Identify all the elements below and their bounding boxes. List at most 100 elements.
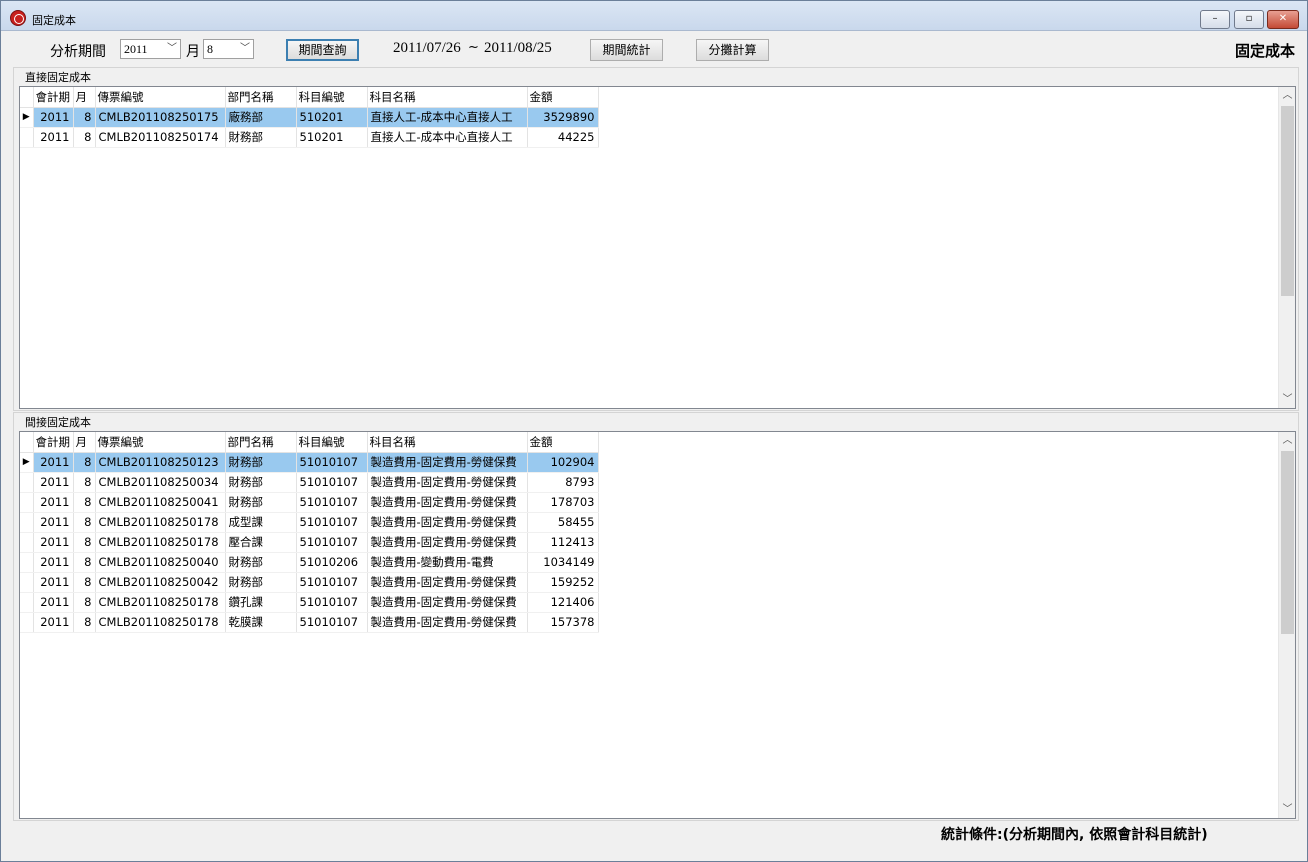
cell-voucher[interactable]: CMLB201108250178 xyxy=(95,612,226,633)
cell-account-code[interactable]: 51010107 xyxy=(296,512,368,533)
cell-month[interactable]: 8 xyxy=(73,612,96,633)
year-select[interactable]: 2011 ﹀ xyxy=(120,39,181,59)
col-header[interactable]: 月 xyxy=(73,432,96,453)
allocate-button[interactable]: 分攤計算 xyxy=(696,39,769,61)
cell-amount[interactable]: 121406 xyxy=(527,592,599,613)
cell-month[interactable]: 8 xyxy=(73,492,96,513)
cell-month[interactable]: 8 xyxy=(73,552,96,573)
cell-year[interactable]: 2011 xyxy=(33,492,74,513)
cell-account-name[interactable]: 直接人工-成本中心直接人工 xyxy=(367,127,528,148)
cell-year[interactable]: 2011 xyxy=(33,532,74,553)
cell-account-name[interactable]: 製造費用-固定費用-勞健保費 xyxy=(367,512,528,533)
cell-month[interactable]: 8 xyxy=(73,532,96,553)
scroll-up-icon[interactable]: ︿ xyxy=(1279,87,1295,104)
cell-department[interactable]: 廠務部 xyxy=(225,107,297,128)
cell-amount[interactable]: 102904 xyxy=(527,452,599,473)
cell-amount[interactable]: 58455 xyxy=(527,512,599,533)
cell-amount[interactable]: 44225 xyxy=(527,127,599,148)
maximize-button[interactable]: ▫ xyxy=(1234,10,1264,29)
cell-month[interactable]: 8 xyxy=(73,452,96,473)
table-row[interactable]: 2011 8 CMLB201108250034 財務部 51010107 製造費用-固定費… xyxy=(20,472,599,493)
table-row[interactable]: 2011 8 CMLB201108250178 鑽孔課 51010107 製造費用-固定費… xyxy=(20,592,599,613)
col-header[interactable]: 科目名稱 xyxy=(367,432,528,453)
table-row[interactable]: 2011 8 CMLB201108250042 財務部 51010107 製造費用-固定費… xyxy=(20,572,599,593)
cell-account-code[interactable]: 51010206 xyxy=(296,552,368,573)
cell-account-code[interactable]: 51010107 xyxy=(296,572,368,593)
cell-year[interactable]: 2011 xyxy=(33,107,74,128)
cell-voucher[interactable]: CMLB201108250175 xyxy=(95,107,226,128)
cell-amount[interactable]: 1034149 xyxy=(527,552,599,573)
scroll-thumb[interactable] xyxy=(1281,106,1294,296)
cell-department[interactable]: 財務部 xyxy=(225,472,297,493)
col-header[interactable]: 科目編號 xyxy=(296,432,368,453)
cell-year[interactable]: 2011 xyxy=(33,572,74,593)
cell-account-name[interactable]: 製造費用-固定費用-勞健保費 xyxy=(367,592,528,613)
minimize-button[interactable]: – xyxy=(1200,10,1230,29)
table-row[interactable]: 2011 8 CMLB201108250178 成型課 51010107 製造費用-固定費… xyxy=(20,512,599,533)
cell-amount[interactable]: 178703 xyxy=(527,492,599,513)
indirect-scrollbar[interactable]: ︿ ﹀ xyxy=(1278,432,1295,818)
cell-account-name[interactable]: 製造費用-固定費用-勞健保費 xyxy=(367,612,528,633)
cell-year[interactable]: 2011 xyxy=(33,452,74,473)
cell-year[interactable]: 2011 xyxy=(33,612,74,633)
cell-department[interactable]: 乾膜課 xyxy=(225,612,297,633)
col-header[interactable]: 科目編號 xyxy=(296,87,368,108)
cell-voucher[interactable]: CMLB201108250034 xyxy=(95,472,226,493)
cell-account-code[interactable]: 51010107 xyxy=(296,492,368,513)
table-row[interactable]: 2011 8 CMLB201108250040 財務部 51010206 製造費用-變動費… xyxy=(20,552,599,573)
cell-month[interactable]: 8 xyxy=(73,107,96,128)
cell-account-code[interactable]: 51010107 xyxy=(296,592,368,613)
col-header[interactable]: 科目名稱 xyxy=(367,87,528,108)
cell-month[interactable]: 8 xyxy=(73,472,96,493)
cell-department[interactable]: 財務部 xyxy=(225,552,297,573)
close-button[interactable]: ✕ xyxy=(1267,10,1299,29)
table-row[interactable]: ▶ 2011 8 CMLB201108250175 廠務部 510201 直接人… xyxy=(20,107,599,128)
cell-voucher[interactable]: CMLB201108250174 xyxy=(95,127,226,148)
cell-department[interactable]: 壓合課 xyxy=(225,532,297,553)
cell-account-code[interactable]: 51010107 xyxy=(296,472,368,493)
col-header[interactable]: 會計期 xyxy=(33,87,74,108)
month-select[interactable]: 8 ﹀ xyxy=(203,39,254,59)
cell-account-name[interactable]: 製造費用-變動費用-電費 xyxy=(367,552,528,573)
stats-button[interactable]: 期間統計 xyxy=(590,39,663,61)
cell-department[interactable]: 財務部 xyxy=(225,492,297,513)
cell-voucher[interactable]: CMLB201108250041 xyxy=(95,492,226,513)
cell-amount[interactable]: 112413 xyxy=(527,532,599,553)
cell-account-name[interactable]: 製造費用-固定費用-勞健保費 xyxy=(367,472,528,493)
cell-month[interactable]: 8 xyxy=(73,512,96,533)
cell-amount[interactable]: 3529890 xyxy=(527,107,599,128)
cell-account-name[interactable]: 製造費用-固定費用-勞健保費 xyxy=(367,572,528,593)
cell-amount[interactable]: 157378 xyxy=(527,612,599,633)
scroll-thumb[interactable] xyxy=(1281,451,1294,634)
cell-account-code[interactable]: 510201 xyxy=(296,107,368,128)
cell-account-name[interactable]: 製造費用-固定費用-勞健保費 xyxy=(367,532,528,553)
cell-year[interactable]: 2011 xyxy=(33,472,74,493)
cell-year[interactable]: 2011 xyxy=(33,127,74,148)
cell-voucher[interactable]: CMLB201108250040 xyxy=(95,552,226,573)
cell-account-name[interactable]: 製造費用-固定費用-勞健保費 xyxy=(367,452,528,473)
table-row[interactable]: ▶ 2011 8 CMLB201108250123 財務部 51010107 製造費用-固定… xyxy=(20,452,599,473)
cell-month[interactable]: 8 xyxy=(73,127,96,148)
cell-account-code[interactable]: 51010107 xyxy=(296,532,368,553)
cell-year[interactable]: 2011 xyxy=(33,512,74,533)
cell-department[interactable]: 鑽孔課 xyxy=(225,592,297,613)
indirect-grid[interactable]: 會計期 月 傳票編號 部門名稱 科目編號 科目名稱 金額 ▶ 2011 8 CMLB2… xyxy=(19,431,1296,819)
col-header[interactable]: 部門名稱 xyxy=(225,87,297,108)
cell-voucher[interactable]: CMLB201108250042 xyxy=(95,572,226,593)
cell-month[interactable]: 8 xyxy=(73,592,96,613)
col-header[interactable]: 金額 xyxy=(527,432,599,453)
col-header[interactable]: 金額 xyxy=(527,87,599,108)
col-header[interactable]: 部門名稱 xyxy=(225,432,297,453)
table-row[interactable]: 2011 8 CMLB201108250041 財務部 51010107 製造費用-固定費… xyxy=(20,492,599,513)
cell-department[interactable]: 財務部 xyxy=(225,572,297,593)
cell-voucher[interactable]: CMLB201108250178 xyxy=(95,512,226,533)
cell-department[interactable]: 成型課 xyxy=(225,512,297,533)
cell-department[interactable]: 財務部 xyxy=(225,452,297,473)
cell-account-code[interactable]: 510201 xyxy=(296,127,368,148)
scroll-down-icon[interactable]: ﹀ xyxy=(1279,801,1295,818)
table-row[interactable]: 2011 8 CMLB201108250174 財務部 510201 直接人工-… xyxy=(20,127,599,148)
direct-grid[interactable]: 會計期 月 傳票編號 部門名稱 科目編號 科目名稱 金額 ▶ 2011 8 CM… xyxy=(19,86,1296,409)
table-row[interactable]: 2011 8 CMLB201108250178 乾膜課 51010107 製造費用-固定費… xyxy=(20,612,599,633)
scroll-down-icon[interactable]: ﹀ xyxy=(1279,391,1295,408)
col-header[interactable]: 傳票編號 xyxy=(95,87,226,108)
